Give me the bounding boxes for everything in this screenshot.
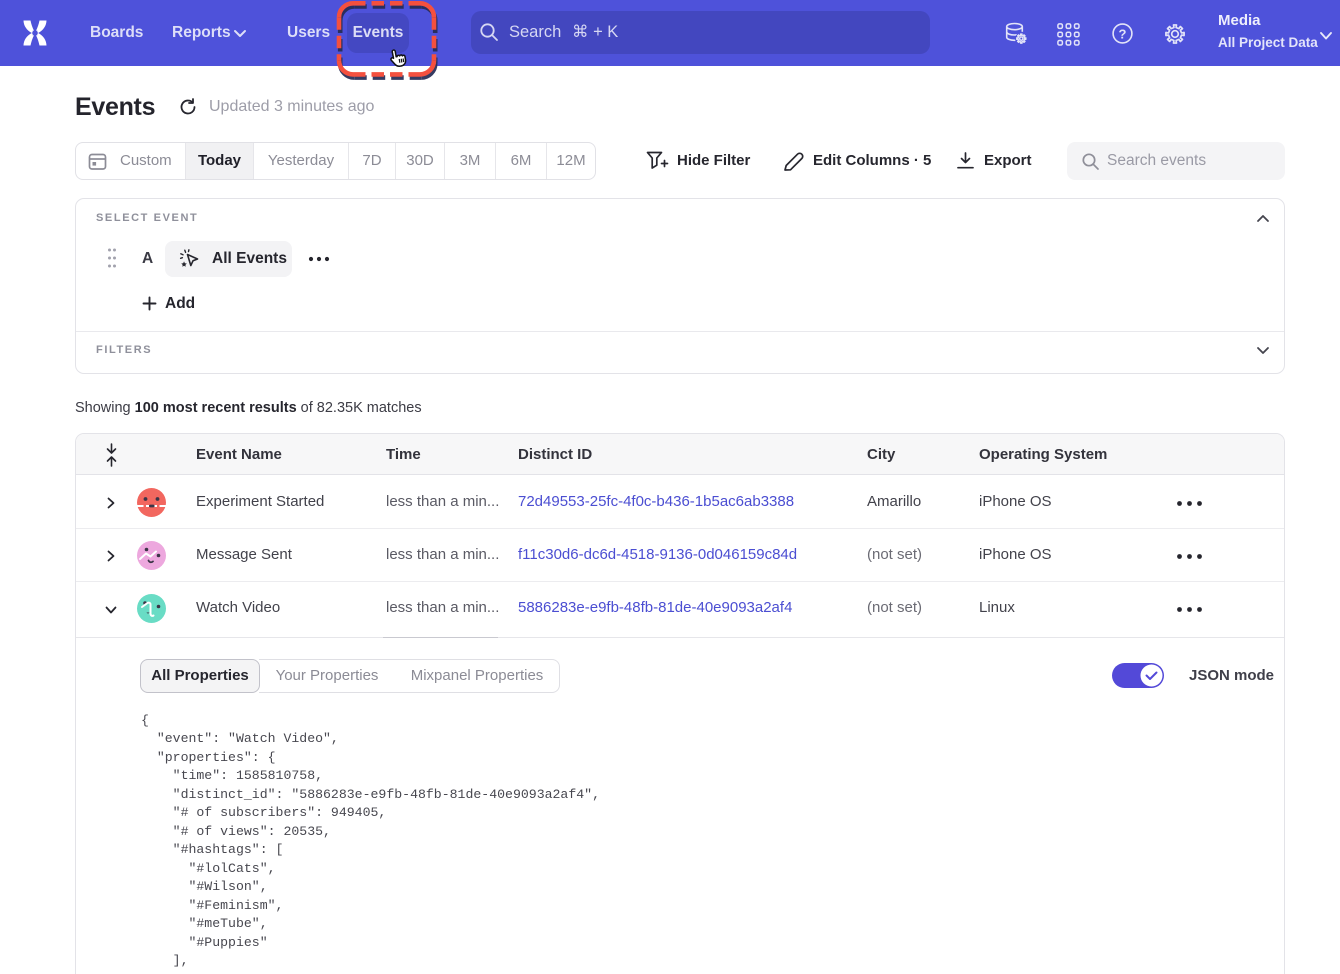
svg-text:?: ? — [1119, 26, 1127, 41]
